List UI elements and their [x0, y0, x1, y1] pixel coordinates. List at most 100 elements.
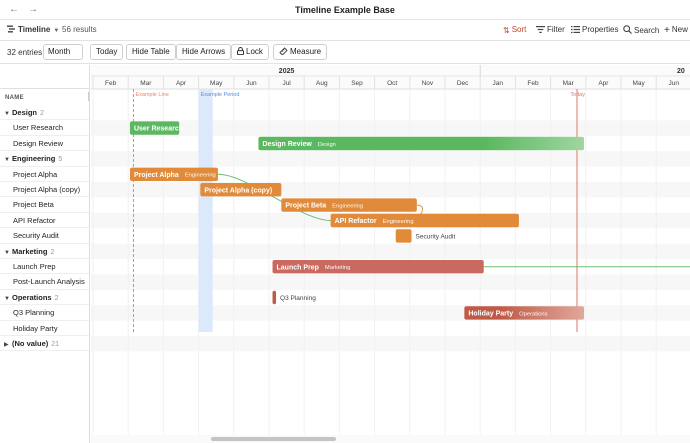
row-stripe	[91, 336, 690, 352]
horizontal-scrollbar[interactable]	[211, 437, 336, 441]
bar-tag: Engineering	[383, 219, 414, 225]
list-item[interactable]: Project Alpha (copy)	[0, 182, 89, 198]
month-label: Mar	[140, 80, 152, 87]
chevron-down-icon[interactable]: ▼	[4, 153, 12, 165]
name-column-header: NAME	[5, 95, 24, 101]
row-stripe	[91, 305, 690, 321]
list-item[interactable]: Post-Launch Analysis	[0, 274, 89, 290]
group-header[interactable]: ▼ Engineering 5	[0, 151, 89, 167]
search-label: Search	[634, 26, 660, 35]
bar-tag: Operations	[519, 311, 547, 317]
bar-tag: Design	[318, 142, 336, 148]
filter-label: Filter	[547, 25, 565, 34]
month-label: May	[632, 80, 645, 87]
view-name: Timeline	[18, 25, 51, 34]
bar-label: Holiday Party	[468, 311, 513, 318]
milestone-label: Security Audit	[416, 233, 456, 240]
timeline-view-icon	[7, 25, 15, 33]
scrollbar-track	[91, 435, 690, 443]
row-stripe	[91, 151, 690, 167]
bar-label: User Research	[134, 126, 183, 133]
filter-button[interactable]: Filter	[536, 25, 565, 34]
month-label: Mar	[563, 80, 575, 87]
list-item[interactable]: Design Review	[0, 136, 89, 152]
bar-label: Launch Prep	[277, 264, 319, 271]
chevron-down-icon[interactable]: ▼	[4, 246, 12, 258]
month-label: Aug	[316, 80, 328, 87]
bar-tag: Engineering	[185, 173, 216, 179]
list-item[interactable]: User Research	[0, 120, 89, 136]
list-item[interactable]: Security Audit	[0, 228, 89, 244]
month-label: Oct	[387, 80, 397, 87]
new-button[interactable]: + New	[664, 25, 688, 36]
row-stripe	[91, 274, 690, 290]
name-column-header-spacer	[0, 65, 90, 89]
month-label: Jun	[669, 80, 680, 87]
chevron-right-icon[interactable]: ▶	[4, 338, 12, 350]
bar-label: Project Alpha	[134, 172, 179, 179]
month-label: Jun	[246, 80, 257, 87]
list-item[interactable]: Project Alpha	[0, 167, 89, 182]
window-title: Timeline Example Base	[295, 5, 395, 15]
group-count: 5	[58, 156, 63, 164]
milestone-label: Q3 Planning	[280, 295, 316, 302]
list-item[interactable]: Launch Prep	[0, 259, 89, 275]
group-label: Marketing	[12, 246, 48, 256]
group-label: (No value)	[12, 339, 49, 348]
bar-label: Project Beta	[285, 203, 326, 210]
bar-tag: Marketing	[325, 265, 350, 271]
hide-table-button[interactable]: Hide Table	[126, 44, 176, 60]
plus-icon: +	[664, 25, 670, 36]
group-count: 2	[54, 294, 59, 302]
bar-label: Project Alpha (copy)	[204, 187, 272, 194]
month-label: Sep	[351, 80, 363, 87]
group-label: Engineering	[12, 154, 56, 164]
chevron-down-icon: ▼	[53, 28, 60, 34]
chevron-down-icon[interactable]: ▼	[4, 107, 12, 119]
year-label: 2025	[279, 68, 295, 75]
timeline-milestone[interactable]	[272, 290, 277, 305]
month-label: Jul	[282, 80, 291, 87]
properties-label: Properties	[582, 25, 619, 34]
measure-label: Measure	[290, 47, 322, 56]
view-selector[interactable]: Timeline ▼	[7, 25, 59, 34]
month-label: Nov	[422, 80, 434, 87]
chevron-down-icon[interactable]: ▼	[4, 292, 12, 304]
sort-button[interactable]: ⇅ Sort	[503, 25, 526, 35]
marker-label: Example Line	[135, 92, 168, 98]
month-label: Apr	[598, 80, 609, 87]
timeline-canvas: 2025 20 Feb Mar Apr May Jun Jul Aug Sep Oct Nov Dec J…	[91, 65, 690, 443]
timeline-milestone[interactable]	[395, 229, 412, 243]
properties-button[interactable]: Properties	[571, 25, 618, 34]
list-item[interactable]: Q3 Planning	[0, 305, 89, 321]
lock-icon	[237, 47, 244, 55]
month-label: Dec	[457, 80, 469, 87]
group-header[interactable]: ▼ Marketing 2	[0, 244, 89, 259]
zoom-select[interactable]: Month	[43, 44, 83, 60]
title-bar: ← → Timeline Example Base	[0, 0, 690, 20]
month-label: May	[210, 80, 223, 87]
bar-label: API Refactor	[335, 218, 377, 225]
month-label: Feb	[105, 80, 117, 87]
hide-arrows-button[interactable]: Hide Arrows	[176, 44, 232, 60]
name-column: ▼ Design 2 User Research Design Review ▼ Engin…	[0, 65, 90, 443]
lock-label: Lock	[246, 47, 263, 56]
group-header[interactable]: ▼ Operations 2	[0, 290, 89, 306]
search-icon	[623, 25, 632, 34]
list-item[interactable]: Project Beta	[0, 197, 89, 213]
group-count: 2	[50, 248, 55, 256]
search-button[interactable]: Search	[623, 25, 659, 35]
sort-arrows-icon: ⇅	[503, 26, 510, 35]
group-header[interactable]: ▶ (No value) 21	[0, 336, 89, 352]
measure-button[interactable]: Measure	[273, 44, 328, 60]
month-label: Apr	[176, 80, 187, 87]
sort-label: Sort	[511, 25, 527, 34]
lock-button[interactable]: Lock	[231, 44, 269, 60]
list-item[interactable]: Holiday Party	[0, 321, 89, 336]
filter-icon	[536, 26, 545, 33]
list-item[interactable]: API Refactor	[0, 213, 89, 229]
row-stripe	[91, 182, 690, 198]
group-header[interactable]: ▼ Design 2	[0, 105, 89, 121]
today-button[interactable]: Today	[90, 44, 124, 60]
timeline-controls: 32 entries Month Today Hide Table Hide A…	[0, 41, 690, 64]
